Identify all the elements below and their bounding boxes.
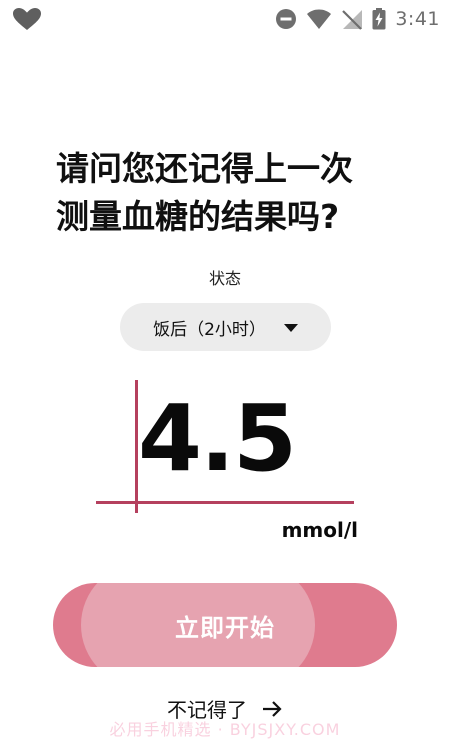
start-button[interactable]: 立即开始 <box>53 583 397 667</box>
wifi-icon <box>307 9 332 29</box>
no-signal-icon <box>342 10 363 30</box>
question-line-1: 请问您还记得上一次 <box>56 149 353 188</box>
caret-down-icon <box>283 324 298 332</box>
unit-label: mmol/l <box>281 518 358 542</box>
glucose-value-input[interactable]: 4.5 <box>138 384 297 494</box>
state-dropdown[interactable]: 饭后（2小时） <box>120 303 331 351</box>
question-line-2: 测量血糖的结果吗? <box>56 197 340 236</box>
forgot-link-label: 不记得了 <box>167 698 247 722</box>
battery-charging-icon <box>372 8 386 30</box>
dnd-icon <box>276 9 297 29</box>
status-bar: 3:41 <box>0 0 450 38</box>
forgot-link[interactable]: 不记得了 <box>0 694 450 723</box>
question-title: 请问您还记得上一次 测量血糖的结果吗? <box>56 145 436 241</box>
start-button-label: 立即开始 <box>175 613 275 642</box>
status-icons: 3:41 <box>275 6 440 32</box>
status-time: 3:41 <box>395 8 440 30</box>
heart-icon <box>13 8 41 30</box>
state-label: 状态 <box>208 269 241 288</box>
text-cursor <box>135 380 138 513</box>
arrow-right-icon <box>263 700 282 717</box>
input-underline <box>96 501 354 504</box>
glucose-input-area[interactable]: 4.5 <box>96 380 358 515</box>
state-selected-value: 饭后（2小时） <box>153 319 266 340</box>
